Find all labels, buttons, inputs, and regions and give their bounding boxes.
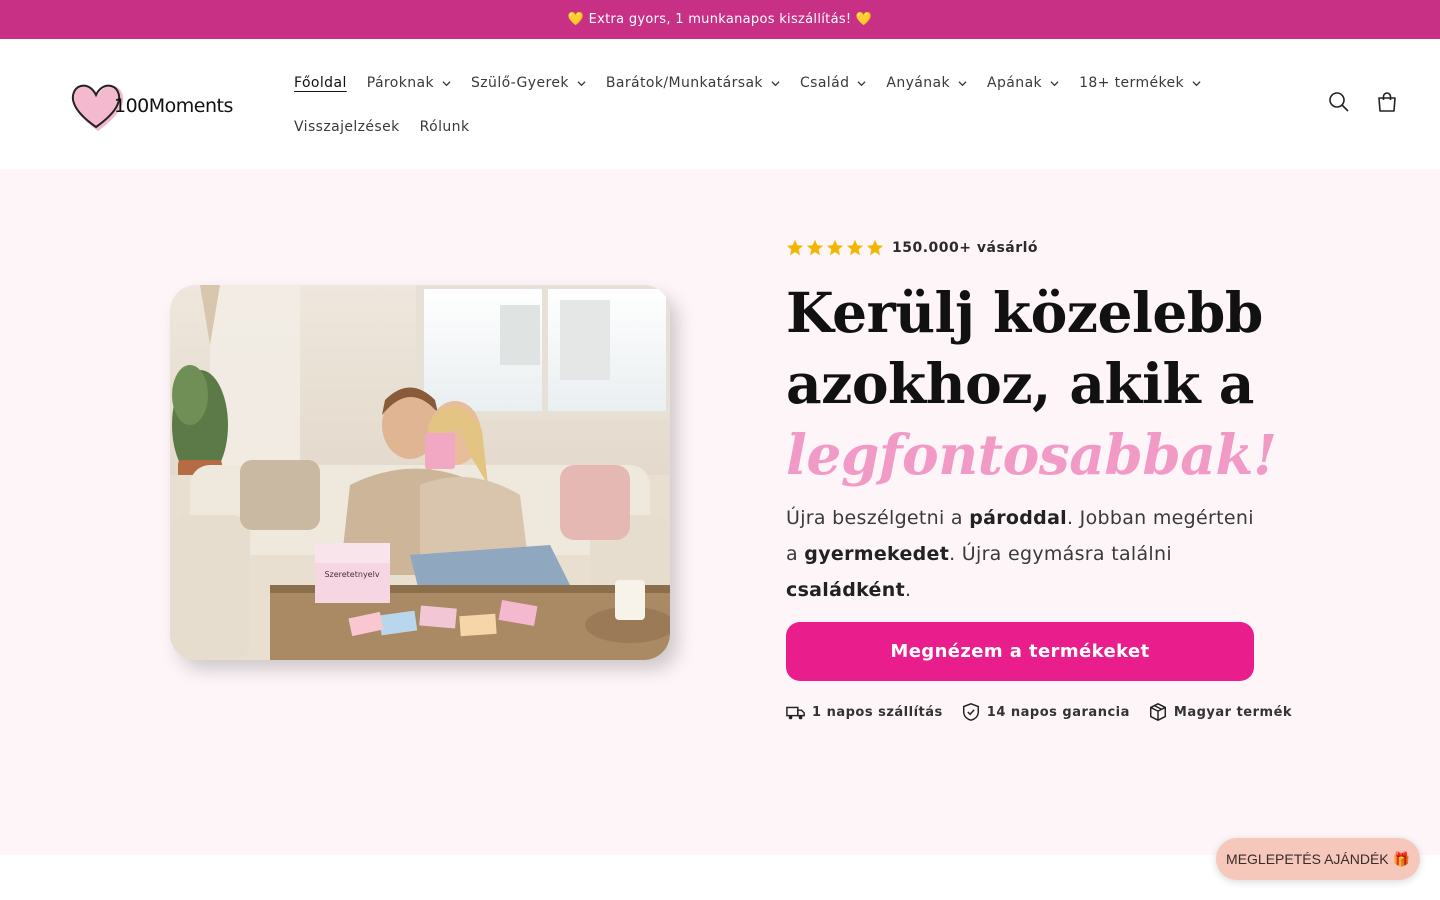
hero-subtitle: Újra beszélgetni a pároddal. Jobban megé… [786, 500, 1256, 608]
nav-label: Barátok/Munkatársak [605, 75, 763, 91]
chevron-down-icon [1050, 80, 1059, 86]
nav-item-18plus[interactable]: 18+ termékek [1069, 61, 1211, 105]
badge-shipping: 1 napos szállítás [786, 702, 943, 722]
nav-label: 18+ termékek [1079, 75, 1185, 91]
subtitle-bold: családként [786, 579, 905, 601]
search-button[interactable] [1326, 89, 1352, 115]
search-icon [1329, 92, 1349, 112]
nav-item-apanak[interactable]: Apának [977, 61, 1069, 105]
headline-accent: legfontosabbak! [786, 422, 1277, 487]
nav-label: Visszajelzések [294, 119, 400, 135]
subtitle-bold: pároddal [969, 507, 1067, 529]
main-nav: Főoldal Pároknak Szülő-Gyerek Barátok/Mu… [284, 61, 1264, 149]
chevron-down-icon [857, 80, 866, 86]
nav-row-2: Visszajelzések Rólunk [284, 105, 1264, 149]
logo[interactable]: 100Moments [66, 75, 246, 135]
star-icon [786, 239, 804, 256]
cart-button[interactable] [1374, 89, 1400, 115]
rating-text: 150.000+ vásárló [892, 240, 1039, 256]
announcement-bar: 💛 Extra gyors, 1 munkanapos kiszállítás!… [0, 0, 1440, 39]
star-rating [786, 239, 884, 257]
subtitle-bold: gyermekedet [804, 543, 950, 565]
nav-label: Apának [987, 75, 1043, 91]
surprise-gift-button[interactable]: MEGLEPETÉS AJÁNDÉK 🎁 [1216, 838, 1420, 880]
site-header: 100Moments Főoldal Pároknak Szülő-Gyerek… [0, 39, 1440, 169]
logo-text: 100Moments [114, 95, 233, 117]
nav-row-1: Főoldal Pároknak Szülő-Gyerek Barátok/Mu… [284, 61, 1264, 105]
view-products-button[interactable]: Megnézem a termékeket [786, 622, 1254, 681]
chevron-down-icon [1192, 80, 1201, 86]
hero-photo-illustration: Szeretetnyelv [170, 285, 670, 660]
badge-label: 14 napos garancia [986, 704, 1130, 720]
hero-content: 150.000+ vásárló Kerülj közelebb azokhoz… [786, 237, 1292, 722]
nav-label: Szülő-Gyerek [471, 75, 569, 91]
nav-item-csalad[interactable]: Család [790, 61, 876, 105]
hero-headline: Kerülj közelebb azokhoz, akik a legfonto… [786, 277, 1277, 490]
nav-item-szulo-gyerek[interactable]: Szülő-Gyerek [461, 61, 596, 105]
nav-item-anyanak[interactable]: Anyának [876, 61, 977, 105]
box-icon [1149, 703, 1166, 721]
headline-line-1: Kerülj közelebb [786, 280, 1263, 345]
rating: 150.000+ vásárló [786, 237, 1266, 259]
chevron-down-icon [577, 80, 586, 86]
chevron-down-icon [771, 80, 780, 86]
nav-label: Család [799, 75, 850, 91]
nav-item-visszajelzesek[interactable]: Visszajelzések [284, 105, 410, 149]
hero-image: Szeretetnyelv [170, 285, 670, 660]
nav-item-rolunk[interactable]: Rólunk [410, 105, 480, 149]
subtitle-text: . Újra egymásra találni [949, 543, 1172, 565]
trust-badges: 1 napos szállítás 14 napos garancia Magy… [786, 702, 1292, 722]
subtitle-text: . [904, 579, 912, 601]
header-icons [1326, 89, 1400, 115]
nav-label: Főoldal [294, 75, 347, 91]
subtitle-text: Újra beszélgetni a [786, 507, 970, 529]
badge-label: Magyar termék [1173, 704, 1293, 720]
star-icon [806, 239, 824, 256]
nav-label: Rólunk [419, 119, 470, 135]
nav-item-baratok[interactable]: Barátok/Munkatársak [596, 61, 790, 105]
announcement-text: 💛 Extra gyors, 1 munkanapos kiszállítás!… [567, 12, 873, 27]
box-label: Szeretetnyelv [324, 570, 379, 579]
chevron-down-icon [958, 80, 967, 86]
star-icon [826, 239, 844, 256]
star-icon [846, 239, 864, 256]
badge-guarantee: 14 napos garancia [961, 702, 1130, 722]
hero-section: Szeretetnyelv 150.000+ vásárló Kerülj kö… [0, 169, 1440, 855]
nav-item-fooldal[interactable]: Főoldal [284, 61, 357, 105]
badge-hungarian: Magyar termék [1148, 702, 1292, 722]
star-icon [866, 239, 884, 256]
nav-label: Anyának [886, 75, 951, 91]
nav-item-paroknak[interactable]: Pároknak [357, 61, 461, 105]
badge-label: 1 napos szállítás [812, 704, 943, 720]
nav-label: Pároknak [366, 75, 435, 91]
cart-icon [1378, 92, 1396, 112]
chevron-down-icon [442, 80, 451, 86]
shield-check-icon [962, 703, 979, 721]
headline-line-2: azokhoz, akik a [786, 351, 1254, 416]
truck-icon [786, 706, 805, 720]
